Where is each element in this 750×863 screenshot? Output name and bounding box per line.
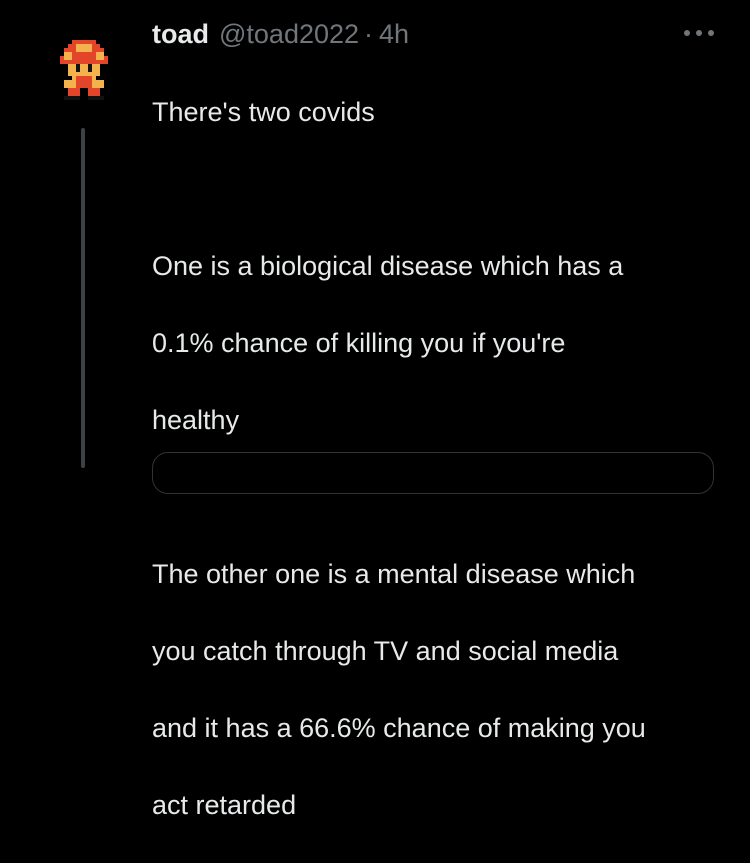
text-line: 0.1% chance of killing you if you're: [152, 327, 566, 358]
timestamp[interactable]: 4h: [379, 16, 409, 52]
tweet-header: toad @toad2022 · 4h: [152, 16, 409, 52]
text-line: and it has a 66.6% chance of making you: [152, 712, 646, 743]
text-line: The other one is a mental disease which: [152, 558, 636, 589]
separator-dot: ·: [364, 19, 374, 49]
text-line: act retarded: [152, 789, 297, 820]
text-line: healthy: [152, 404, 240, 435]
more-dot: [708, 30, 714, 36]
text-line: One is a biological disease which has a: [152, 250, 624, 281]
quote-card[interactable]: [152, 452, 714, 494]
text-line: you catch through TV and social media: [152, 635, 619, 666]
text-line-blank: [152, 170, 732, 209]
more-options-icon[interactable]: [684, 26, 714, 40]
text-line: There's two covids: [152, 96, 375, 127]
avatar[interactable]: [60, 40, 108, 100]
user-handle[interactable]: @toad2022: [219, 16, 359, 52]
toad-pixel-avatar-icon: [60, 40, 108, 100]
thread-line: [81, 128, 85, 468]
more-dot: [684, 30, 690, 36]
display-name[interactable]: toad: [152, 16, 209, 52]
tweet[interactable]: toad @toad2022 · 4h There's two covids O…: [0, 0, 750, 820]
more-dot: [696, 30, 702, 36]
